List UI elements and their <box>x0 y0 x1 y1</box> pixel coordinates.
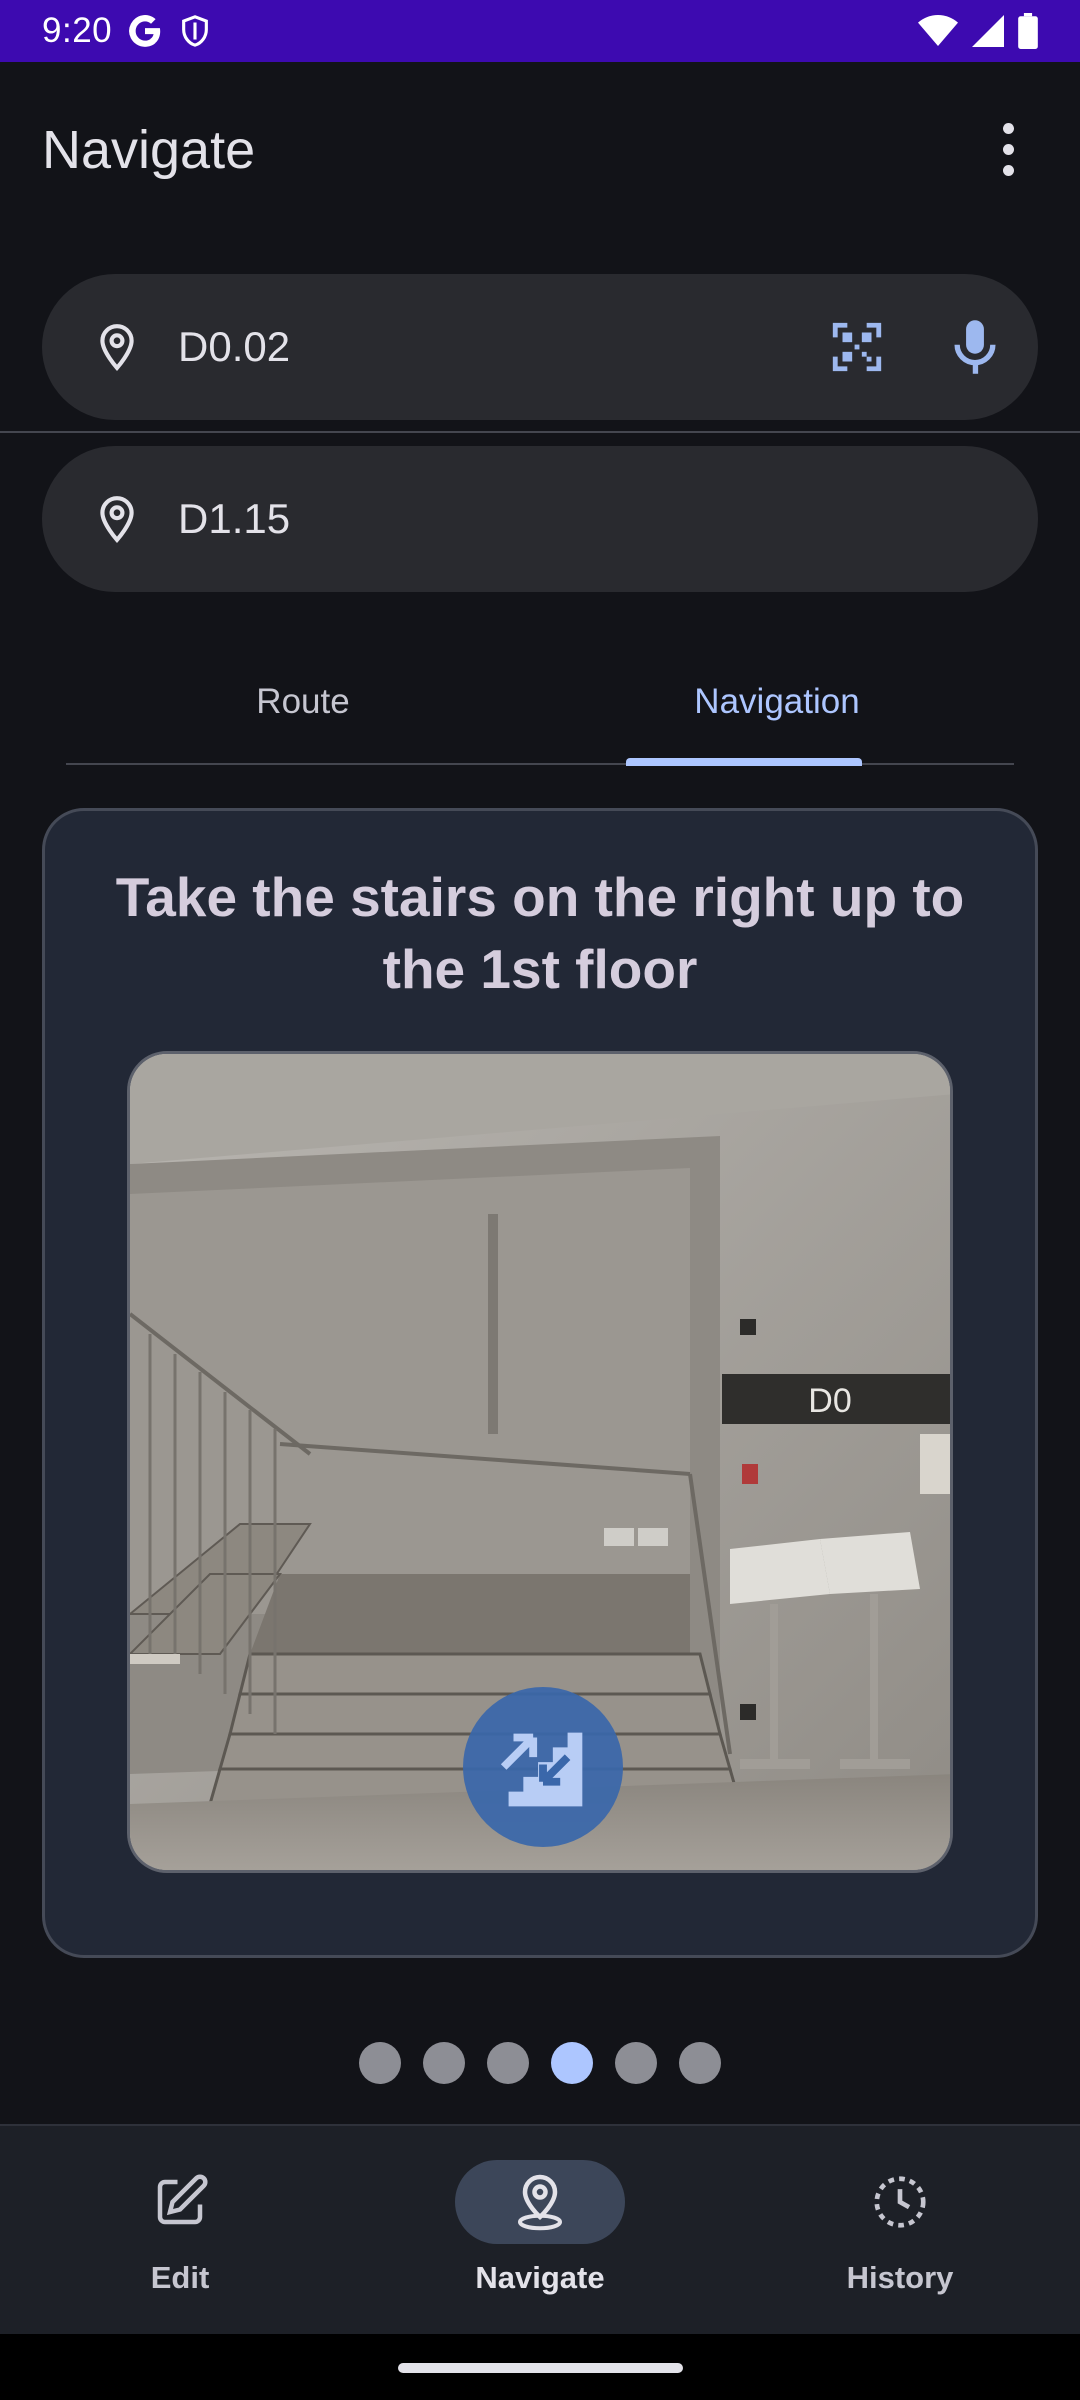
shield-icon <box>182 15 209 47</box>
pager-dot[interactable] <box>487 2042 529 2084</box>
tab-navigation[interactable]: Navigation <box>540 640 1014 764</box>
origin-value: D0.02 <box>178 323 291 370</box>
bottom-navigation: Edit Navigate History <box>0 2124 1080 2334</box>
destination-field[interactable]: D1.15 <box>42 446 1038 592</box>
stairs-icon <box>463 1687 623 1847</box>
more-options-button[interactable] <box>978 110 1038 190</box>
pager-dot[interactable] <box>423 2042 465 2084</box>
pager-dot[interactable] <box>359 2042 401 2084</box>
nav-item-history[interactable]: History <box>720 2126 1080 2336</box>
divider <box>0 431 1080 433</box>
microphone-icon[interactable] <box>952 318 998 376</box>
origin-field[interactable]: D0.02 <box>42 274 1038 420</box>
pager-dot[interactable] <box>679 2042 721 2084</box>
tab-bar: Route Navigation <box>66 640 1014 766</box>
more-vert-icon <box>1002 123 1014 134</box>
wifi-icon <box>918 15 958 46</box>
pager-dot-active[interactable] <box>551 2042 593 2084</box>
step-pager <box>0 2042 1080 2084</box>
nav-item-edit[interactable]: Edit <box>0 2126 360 2336</box>
signal-icon <box>972 15 1004 47</box>
status-bar: 9:20 <box>0 0 1080 62</box>
sign-text: D0 <box>808 1382 851 1420</box>
tab-underline <box>66 763 1014 765</box>
battery-icon <box>1018 13 1038 49</box>
edit-icon <box>157 2174 208 2225</box>
navigate-pin-icon <box>518 2174 562 2231</box>
navigation-step-card[interactable]: Take the stairs on the right up to the 1… <box>42 808 1038 1958</box>
location-pin-icon <box>100 496 134 543</box>
nav-label-edit: Edit <box>150 2260 210 2295</box>
nav-item-navigate[interactable]: Navigate <box>360 2126 720 2336</box>
tab-indicator <box>626 758 862 766</box>
location-pin-icon <box>100 324 134 371</box>
step-instruction: Take the stairs on the right up to the 1… <box>115 866 965 1000</box>
tab-route[interactable]: Route <box>66 640 540 764</box>
nav-label-navigate: Navigate <box>475 2260 605 2295</box>
google-icon <box>129 15 161 47</box>
qr-code-scan-icon[interactable] <box>828 318 886 376</box>
nav-label-history: History <box>846 2260 954 2295</box>
destination-value: D1.15 <box>178 495 291 542</box>
gesture-handle[interactable] <box>398 2363 683 2373</box>
pager-dot[interactable] <box>615 2042 657 2084</box>
app-bar: Navigate <box>0 62 1080 237</box>
status-time: 9:20 <box>42 11 113 50</box>
history-icon <box>874 2176 926 2228</box>
page-title: Navigate <box>42 119 256 180</box>
